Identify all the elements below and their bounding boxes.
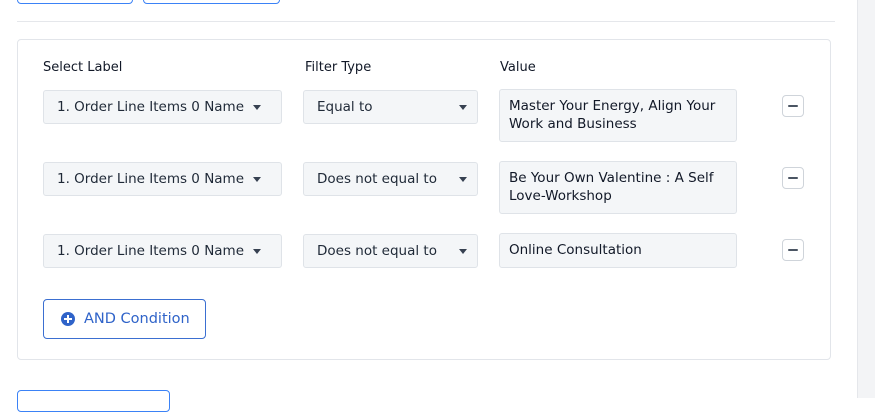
minus-icon	[788, 105, 798, 107]
add-and-condition-label: AND Condition	[84, 311, 190, 327]
caret-down-icon	[253, 104, 261, 110]
column-header-filter-type: Filter Type	[305, 60, 372, 75]
filter-type-text: Equal to	[317, 99, 373, 115]
add-and-condition-button[interactable]: AND Condition	[43, 299, 206, 339]
section-divider	[17, 21, 835, 22]
caret-down-icon	[459, 176, 467, 182]
caret-down-icon	[459, 104, 467, 110]
caret-down-icon	[459, 248, 467, 254]
side-panel-edge	[857, 0, 875, 398]
value-input-row-3[interactable]: Online Consultation	[499, 233, 737, 268]
minus-icon	[788, 249, 798, 251]
plus-circle-icon	[61, 312, 75, 326]
bottom-button[interactable]	[17, 390, 170, 412]
filter-type-select-row-3[interactable]: Does not equal to	[303, 234, 478, 268]
column-header-select-label: Select Label	[43, 60, 123, 75]
filter-type-select-row-1[interactable]: Equal to	[303, 90, 478, 124]
label-select-text: 1. Order Line Items 0 Name : Master Your…	[57, 171, 245, 187]
value-input-row-1[interactable]: Master Your Energy, Align Your Work and …	[499, 89, 737, 142]
filter-type-text: Does not equal to	[317, 171, 437, 187]
label-select-row-2[interactable]: 1. Order Line Items 0 Name : Master Your…	[43, 162, 282, 196]
remove-condition-button-row-2[interactable]	[782, 167, 804, 189]
remove-condition-button-row-3[interactable]	[782, 239, 804, 261]
top-button-left[interactable]	[17, 0, 133, 4]
filter-type-select-row-2[interactable]: Does not equal to	[303, 162, 478, 196]
caret-down-icon	[253, 176, 261, 182]
minus-icon	[788, 177, 798, 179]
label-select-text: 1. Order Line Items 0 Name : Master Your…	[57, 243, 245, 259]
top-button-right[interactable]	[143, 0, 280, 4]
label-select-row-3[interactable]: 1. Order Line Items 0 Name : Master Your…	[43, 234, 282, 268]
remove-condition-button-row-1[interactable]	[782, 95, 804, 117]
caret-down-icon	[253, 248, 261, 254]
value-input-row-2[interactable]: Be Your Own Valentine : A Self Love-Work…	[499, 161, 737, 214]
label-select-text: 1. Order Line Items 0 Name : Master Your…	[57, 99, 245, 115]
label-select-row-1[interactable]: 1. Order Line Items 0 Name : Master Your…	[43, 90, 282, 124]
column-header-value: Value	[500, 60, 536, 75]
filter-type-text: Does not equal to	[317, 243, 437, 259]
